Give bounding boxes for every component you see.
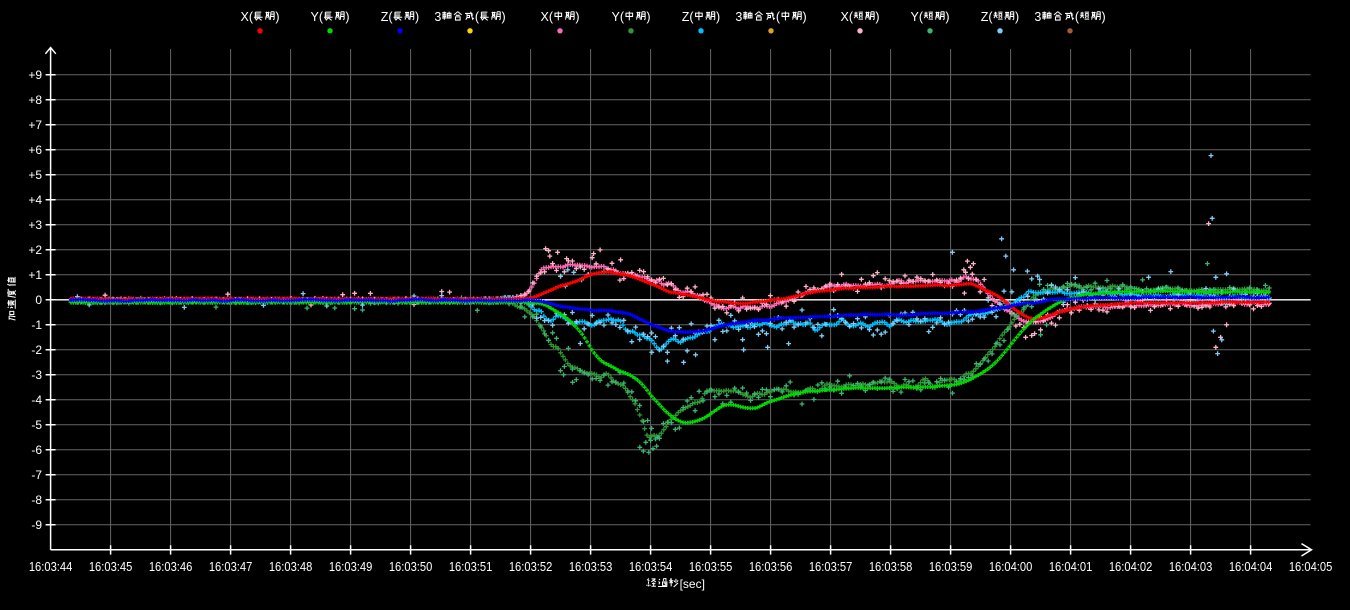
svg-text:+5: +5 bbox=[28, 168, 42, 182]
svg-text:16:03:44: 16:03:44 bbox=[29, 560, 73, 574]
svg-text:-9: -9 bbox=[31, 518, 42, 532]
svg-text:X(: X( bbox=[541, 10, 554, 24]
svg-text:16:04:05: 16:04:05 bbox=[1289, 560, 1333, 574]
svg-text:16:03:49: 16:03:49 bbox=[329, 560, 373, 574]
svg-text:Y(: Y( bbox=[612, 10, 625, 24]
svg-text:X(: X( bbox=[841, 10, 854, 24]
svg-text:+3: +3 bbox=[28, 218, 42, 232]
svg-text:): ) bbox=[646, 10, 650, 24]
svg-text:-6: -6 bbox=[31, 443, 42, 457]
svg-text:): ) bbox=[1015, 10, 1019, 24]
svg-text:): ) bbox=[875, 10, 879, 24]
svg-text:): ) bbox=[415, 10, 419, 24]
svg-text:16:04:04: 16:04:04 bbox=[1229, 560, 1273, 574]
svg-text:-3: -3 bbox=[31, 368, 42, 382]
svg-text:+2: +2 bbox=[28, 243, 42, 257]
svg-text:Y(: Y( bbox=[311, 10, 324, 24]
svg-text:16:04:01: 16:04:01 bbox=[1049, 560, 1093, 574]
svg-text:-7: -7 bbox=[31, 468, 42, 482]
svg-text:+7: +7 bbox=[28, 118, 42, 132]
svg-text:Z(: Z( bbox=[981, 10, 994, 24]
svg-text:16:03:53: 16:03:53 bbox=[569, 560, 613, 574]
svg-text:Z(: Z( bbox=[381, 10, 394, 24]
svg-text:): ) bbox=[345, 10, 349, 24]
svg-text:16:03:46: 16:03:46 bbox=[149, 560, 193, 574]
svg-text:-2: -2 bbox=[31, 343, 42, 357]
svg-text:+8: +8 bbox=[28, 93, 42, 107]
svg-text:+1: +1 bbox=[28, 268, 42, 282]
svg-text:Z(: Z( bbox=[682, 10, 695, 24]
svg-text:16:03:51: 16:03:51 bbox=[449, 560, 493, 574]
svg-text:-5: -5 bbox=[31, 418, 42, 432]
svg-text:16:03:59: 16:03:59 bbox=[929, 560, 973, 574]
svg-text:3: 3 bbox=[1034, 10, 1041, 24]
svg-text:): ) bbox=[945, 10, 949, 24]
svg-text:): ) bbox=[803, 10, 807, 24]
svg-text:16:04:02: 16:04:02 bbox=[1109, 560, 1153, 574]
svg-text:16:03:47: 16:03:47 bbox=[209, 560, 253, 574]
svg-text:): ) bbox=[575, 10, 579, 24]
svg-text:-8: -8 bbox=[31, 493, 42, 507]
svg-text:16:03:54: 16:03:54 bbox=[629, 560, 673, 574]
svg-text:0: 0 bbox=[35, 293, 42, 307]
svg-text:X(: X( bbox=[241, 10, 254, 24]
svg-text:): ) bbox=[502, 10, 506, 24]
svg-text:): ) bbox=[275, 10, 279, 24]
svg-text:+9: +9 bbox=[28, 68, 42, 82]
svg-text:16:03:50: 16:03:50 bbox=[389, 560, 433, 574]
svg-text:16:03:55: 16:03:55 bbox=[689, 560, 733, 574]
svg-text:16:03:57: 16:03:57 bbox=[809, 560, 853, 574]
svg-text:16:03:58: 16:03:58 bbox=[869, 560, 913, 574]
svg-text:-4: -4 bbox=[31, 393, 42, 407]
svg-text:3: 3 bbox=[735, 10, 742, 24]
svg-text:16:04:00: 16:04:00 bbox=[989, 560, 1033, 574]
svg-text:16:03:56: 16:03:56 bbox=[749, 560, 793, 574]
svg-text:3: 3 bbox=[434, 10, 441, 24]
svg-text:+4: +4 bbox=[28, 193, 42, 207]
svg-text:Y(: Y( bbox=[911, 10, 924, 24]
svg-text:): ) bbox=[716, 10, 720, 24]
svg-text:): ) bbox=[1102, 10, 1106, 24]
svg-text:16:03:45: 16:03:45 bbox=[89, 560, 133, 574]
svg-text:+6: +6 bbox=[28, 143, 42, 157]
svg-text:16:03:48: 16:03:48 bbox=[269, 560, 313, 574]
svg-text:16:03:52: 16:03:52 bbox=[509, 560, 553, 574]
svg-text:-1: -1 bbox=[31, 318, 42, 332]
svg-text:16:04:03: 16:04:03 bbox=[1169, 560, 1213, 574]
svg-text:[sec]: [sec] bbox=[680, 577, 705, 591]
